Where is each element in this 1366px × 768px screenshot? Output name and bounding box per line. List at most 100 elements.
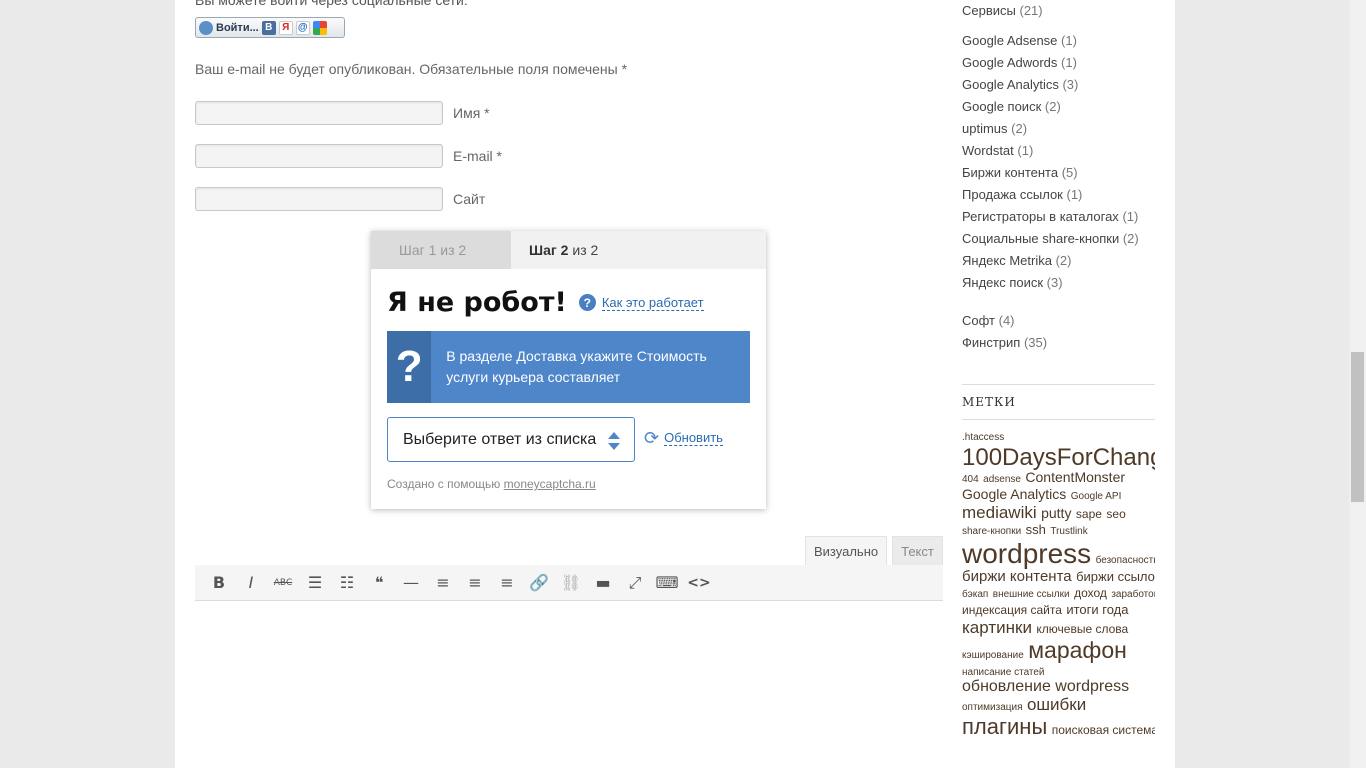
- how-it-works-link[interactable]: Как это работает: [601, 295, 704, 311]
- toolbar-toggle-icon[interactable]: ⌨: [651, 567, 683, 599]
- tag-link[interactable]: написание статей: [962, 667, 1045, 678]
- tag-link[interactable]: ContentMonster: [1025, 469, 1125, 485]
- align-left-icon[interactable]: ≡: [427, 567, 459, 599]
- tag-link[interactable]: картинки: [962, 618, 1032, 637]
- mailru-icon[interactable]: @: [295, 20, 310, 35]
- website-input[interactable]: [195, 187, 443, 211]
- unlink-icon[interactable]: ⛓: [555, 567, 587, 599]
- category-item[interactable]: Продажа ссылок (1): [962, 184, 1139, 206]
- help-icon[interactable]: ?: [578, 294, 596, 311]
- category-name[interactable]: Софт: [962, 313, 995, 328]
- tag-link[interactable]: wordpress: [962, 538, 1091, 569]
- tag-link[interactable]: марафон: [1028, 637, 1127, 663]
- bold-icon[interactable]: B: [203, 567, 235, 599]
- tag-link[interactable]: итоги года: [1066, 602, 1128, 617]
- align-right-icon[interactable]: ≡: [491, 567, 523, 599]
- tag-link[interactable]: индексация сайта: [962, 603, 1062, 617]
- tag-link[interactable]: внешние ссылки: [993, 589, 1070, 601]
- tab-visual[interactable]: Визуально: [805, 536, 888, 565]
- category-item[interactable]: Регистраторы в каталогах (1): [962, 206, 1139, 228]
- refresh-label[interactable]: Обновить: [664, 430, 723, 446]
- answer-select[interactable]: Выберите ответ из списка: [387, 417, 635, 462]
- yandex-icon[interactable]: Я: [278, 20, 293, 35]
- google-icon[interactable]: [312, 20, 327, 35]
- category-count: (3): [1062, 77, 1079, 92]
- tag-link[interactable]: sape: [1076, 507, 1102, 521]
- tag-link[interactable]: Google Analytics: [962, 486, 1066, 502]
- fullscreen-icon[interactable]: ⤢: [619, 567, 651, 599]
- tag-link[interactable]: обновление wordpress: [962, 678, 1129, 695]
- tag-link[interactable]: оптимизация: [962, 702, 1022, 713]
- tag-link[interactable]: Trustlink: [1050, 526, 1087, 538]
- category-item[interactable]: uptimus (2): [962, 118, 1139, 140]
- tag-link[interactable]: заработок: [1111, 589, 1155, 601]
- category-name[interactable]: Регистраторы в каталогах: [962, 209, 1119, 224]
- category-name[interactable]: Wordstat: [962, 143, 1014, 158]
- bullet-list-icon[interactable]: ☰: [299, 567, 331, 599]
- category-name[interactable]: Продажа ссылок: [962, 187, 1063, 202]
- name-input[interactable]: [195, 101, 443, 125]
- category-item[interactable]: Google поиск (2): [962, 96, 1139, 118]
- category-item[interactable]: Социальные share-кнопки (2): [962, 228, 1139, 250]
- italic-icon[interactable]: I: [235, 567, 267, 599]
- tag-link[interactable]: seo: [1106, 507, 1125, 521]
- tag-link[interactable]: mediawiki: [962, 503, 1037, 522]
- tag-link[interactable]: share-кнопки: [962, 526, 1021, 538]
- tag-link[interactable]: плагины: [962, 714, 1047, 739]
- tag-link[interactable]: adsense: [983, 474, 1021, 485]
- blockquote-icon[interactable]: ❝: [363, 567, 395, 599]
- category-item[interactable]: Яндекс поиск (3): [962, 272, 1139, 294]
- tag-link[interactable]: ключевые слова: [1036, 622, 1128, 636]
- category-item[interactable]: Финстрип (35): [962, 332, 1047, 354]
- category-name[interactable]: uptimus: [962, 121, 1008, 136]
- category-item[interactable]: Биржи контента (5): [962, 162, 1139, 184]
- tag-link[interactable]: 404: [962, 474, 979, 485]
- category-name[interactable]: Сервисы: [962, 3, 1016, 18]
- tag-link[interactable]: биржи контента: [962, 568, 1072, 585]
- strikethrough-icon[interactable]: ABC: [267, 567, 299, 599]
- category-name[interactable]: Социальные share-кнопки: [962, 231, 1119, 246]
- category-item[interactable]: Google Analytics (3): [962, 74, 1139, 96]
- read-more-icon[interactable]: ▬: [587, 567, 619, 599]
- category-name[interactable]: Яндекс поиск: [962, 275, 1043, 290]
- category-name[interactable]: Google поиск: [962, 99, 1041, 114]
- numbered-list-icon[interactable]: ☷: [331, 567, 363, 599]
- category-item[interactable]: Wordstat (1): [962, 140, 1139, 162]
- tag-link[interactable]: .htaccess: [962, 432, 1004, 443]
- tag-link[interactable]: 100DaysForChange: [962, 444, 1155, 471]
- scrollbar-thumb[interactable]: [1351, 352, 1364, 502]
- tag-link[interactable]: Google API: [1071, 491, 1122, 502]
- code-icon[interactable]: <>: [683, 567, 715, 599]
- vkontakte-icon[interactable]: В: [261, 20, 276, 35]
- tag-link[interactable]: ssh: [1026, 522, 1046, 537]
- comment-editor-area[interactable]: [195, 601, 943, 768]
- category-name[interactable]: Google Adsense: [962, 33, 1057, 48]
- category-name[interactable]: Яндекс Metrika: [962, 253, 1052, 268]
- link-icon[interactable]: 🔗: [523, 567, 555, 599]
- tag-link[interactable]: putty: [1041, 505, 1071, 521]
- category-item[interactable]: Google Adwords (1): [962, 52, 1139, 74]
- category-name[interactable]: Финстрип: [962, 335, 1020, 350]
- social-login-button[interactable]: Войти... В Я @: [195, 17, 345, 38]
- category-item[interactable]: Сервисы (21): [962, 0, 1043, 22]
- category-item[interactable]: Google Adsense (1): [962, 30, 1139, 52]
- email-input[interactable]: [195, 144, 443, 168]
- tag-link[interactable]: ошибки: [1027, 695, 1086, 714]
- scrollbar[interactable]: [1349, 0, 1366, 768]
- horizontal-line-icon[interactable]: —: [395, 567, 427, 599]
- moneycaptcha-link[interactable]: moneycaptcha.ru: [504, 477, 596, 491]
- align-center-icon[interactable]: ≡: [459, 567, 491, 599]
- category-item[interactable]: Софт (4): [962, 310, 1047, 332]
- tab-text[interactable]: Текст: [892, 536, 943, 565]
- tag-link[interactable]: бэкап: [962, 589, 988, 601]
- category-name[interactable]: Биржи контента: [962, 165, 1058, 180]
- tag-link[interactable]: биржи ссылок: [1076, 569, 1155, 584]
- tag-link[interactable]: кэширование: [962, 650, 1024, 661]
- tag-link[interactable]: безопасность: [1096, 555, 1155, 566]
- tag-link[interactable]: доход: [1074, 586, 1107, 600]
- category-name[interactable]: Google Analytics: [962, 77, 1059, 92]
- refresh-button[interactable]: ⟳ Обновить: [644, 429, 723, 447]
- tag-link[interactable]: поисковая система: [1052, 723, 1155, 737]
- category-name[interactable]: Google Adwords: [962, 55, 1057, 70]
- category-item[interactable]: Яндекс Metrika (2): [962, 250, 1139, 272]
